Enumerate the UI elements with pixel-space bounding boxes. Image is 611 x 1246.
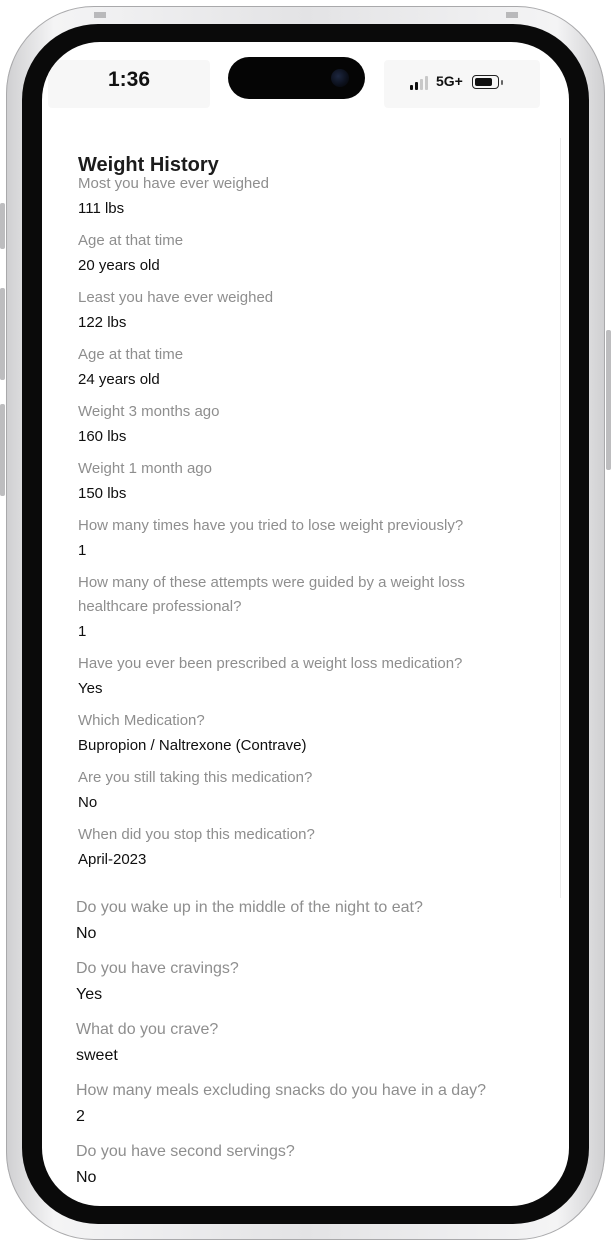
question-guided-attempts-line1: How many of these attempts were guided b… — [78, 574, 465, 591]
scroll-track — [560, 138, 561, 898]
answer-which-medication: Bupropion / Naltrexone (Contrave) — [78, 737, 307, 754]
status-bar-right: 5G+ — [384, 60, 540, 108]
question-night-eating: Do you wake up in the middle of the nigh… — [76, 899, 423, 916]
question-stop-date: When did you stop this medication? — [78, 826, 315, 843]
answer-least-weighed: 122 lbs — [78, 314, 127, 331]
question-weight-1-month: Weight 1 month ago — [78, 460, 212, 477]
question-cravings: Do you have cravings? — [76, 960, 239, 977]
answer-crave-what: sweet — [76, 1047, 118, 1064]
question-guided-attempts-line2: healthcare professional? — [78, 598, 242, 615]
answer-most-weighed: 111 lbs — [78, 200, 125, 217]
volume-down-button[interactable] — [0, 404, 5, 496]
answer-stop-date: April-2023 — [78, 851, 147, 868]
status-time: 1:36 — [107, 68, 151, 91]
screen: 1:36 5G+ Weight History Most you have ev… — [42, 42, 569, 1206]
battery-icon — [472, 75, 499, 89]
answer-cravings: Yes — [76, 986, 103, 1003]
phone-bezel: 1:36 5G+ Weight History Most you have ev… — [22, 24, 589, 1224]
action-button[interactable] — [0, 203, 5, 249]
question-crave-what: What do you crave? — [76, 1021, 219, 1038]
answer-meals-per-day: 2 — [76, 1108, 85, 1125]
question-meals-per-day: How many meals excluding snacks do you h… — [76, 1082, 486, 1099]
power-button[interactable] — [606, 330, 611, 470]
question-most-weighed: Most you have ever weighed — [78, 175, 269, 192]
question-age-at-min: Age at that time — [78, 346, 184, 363]
question-attempts: How many times have you tried to lose we… — [78, 517, 464, 534]
answer-guided-attempts: 1 — [78, 623, 87, 640]
signal-icon — [410, 76, 430, 90]
answer-age-at-min: 24 years old — [78, 371, 160, 388]
frame-antenna-line — [506, 12, 518, 18]
battery-tip — [501, 80, 503, 85]
question-second-servings: Do you have second servings? — [76, 1143, 295, 1160]
answer-night-eating: No — [76, 925, 97, 942]
network-label: 5G+ — [436, 73, 463, 89]
question-weight-3-months: Weight 3 months ago — [78, 403, 220, 420]
question-least-weighed: Least you have ever weighed — [78, 289, 274, 306]
answer-attempts: 1 — [78, 542, 87, 559]
question-which-medication: Which Medication? — [78, 712, 205, 729]
answer-still-taking: No — [78, 794, 98, 811]
frame-antenna-line — [94, 12, 106, 18]
answer-weight-1-month: 150 lbs — [78, 485, 127, 502]
status-bar-left: 1:36 — [48, 60, 210, 108]
question-still-taking: Are you still taking this medication? — [78, 769, 313, 786]
dynamic-island — [228, 57, 365, 99]
phone-frame: 1:36 5G+ Weight History Most you have ev… — [6, 6, 605, 1240]
camera-icon — [331, 69, 349, 87]
answer-second-servings: No — [76, 1169, 97, 1186]
question-prescribed-medication: Have you ever been prescribed a weight l… — [78, 655, 463, 672]
volume-up-button[interactable] — [0, 288, 5, 380]
question-age-at-max: Age at that time — [78, 232, 184, 249]
answer-prescribed-medication: Yes — [78, 680, 103, 697]
answer-weight-3-months: 160 lbs — [78, 428, 127, 445]
answer-age-at-max: 20 years old — [78, 257, 160, 274]
